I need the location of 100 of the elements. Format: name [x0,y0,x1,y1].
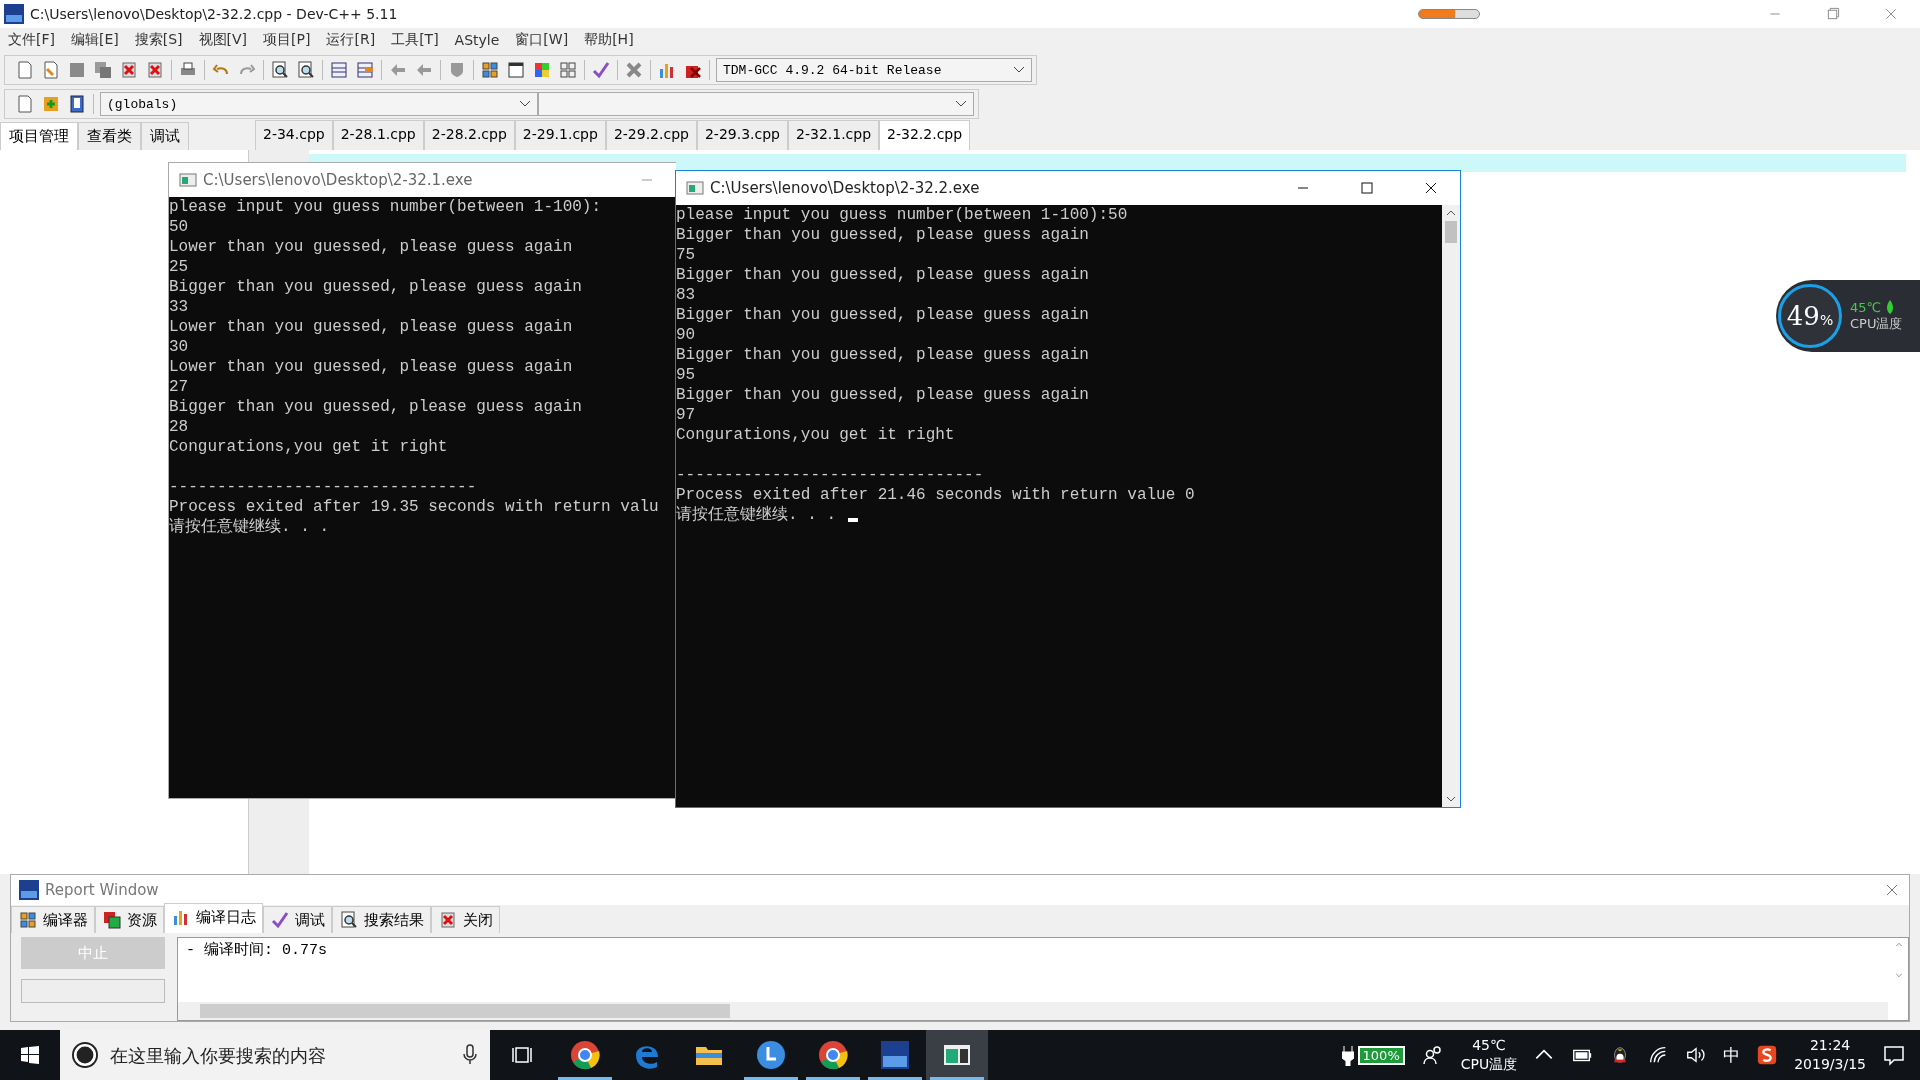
close-file-icon[interactable] [145,60,165,80]
console-line: Process exited after 21.46 seconds with return value 0 [676,485,1195,505]
check-icon[interactable] [591,60,611,80]
console-line: Bigger than you guessed, please guess again [676,305,1089,325]
file-tab[interactable]: 2-29.3.cpp [696,120,788,150]
console-line: Bigger than you guessed, please guess again [676,385,1089,405]
console-title: C:\Users\lenovo\Desktop\2-32.2.exe [710,179,981,197]
window-title: C:\Users\lenovo\Desktop\2-32.2.cpp - Dev-C++ 5.11 [30,6,398,22]
panel-tab[interactable]: 项目管理 [0,122,78,150]
console-line: 97 [676,405,696,425]
progress-pill [1418,9,1480,19]
grid-icon[interactable] [532,60,552,80]
search-input[interactable]: 在这里输入你要搜索的内容 [108,1043,452,1067]
console-line: 90 [676,325,696,345]
window-icon[interactable] [506,60,526,80]
file-tab[interactable]: 2-29.2.cpp [605,120,697,150]
compiler-dropdown[interactable]: TDM-GCC 4.9.2 64-bit Release [716,58,1032,82]
menu-item[interactable]: 文件[F] [8,31,55,49]
report-tab[interactable]: 编译日志 [164,903,263,933]
notification-icon[interactable] [1882,1043,1906,1067]
panel-tab[interactable]: 调试 [141,122,189,150]
plug-icon [1341,1044,1354,1066]
find-icon[interactable] [296,60,316,80]
check-icon[interactable] [270,910,290,930]
volume-icon[interactable] [1685,1044,1708,1066]
console-line: Bigger than you guessed, please guess again [169,397,582,417]
clock-date[interactable]: 2019/3/15 [1794,1055,1866,1074]
grid-icon[interactable] [480,60,500,80]
bookmark-icon[interactable] [67,94,87,114]
console-line: 30 [169,337,189,357]
browser-icon [569,1039,601,1071]
close-icon[interactable] [1885,883,1899,897]
s-letter-icon[interactable] [1756,1044,1779,1066]
page-icon[interactable] [15,94,35,114]
console-line: -------------------------------- [169,477,477,497]
console-line: 28 [169,417,189,437]
menu-item[interactable]: 搜索[S] [134,31,183,49]
menu-item[interactable]: AStyle [454,32,500,48]
open-page-icon[interactable] [41,60,61,80]
find-icon[interactable] [270,60,290,80]
panel-tab[interactable]: 查看类 [78,122,141,150]
chevron-down-icon[interactable] [955,100,967,108]
layout-icon[interactable] [329,60,349,80]
grid-icon[interactable] [18,910,38,930]
chevron-down-icon[interactable] [1013,66,1025,74]
menu-item[interactable]: 工具[T] [391,31,439,49]
scrollbar[interactable] [1442,205,1460,807]
file-tab[interactable]: 2-28.2.cpp [423,120,515,150]
console-line: -------------------------------- [676,465,984,485]
menu-item[interactable]: 编辑[E] [71,31,119,49]
microphone-icon[interactable] [462,1043,478,1067]
cross-icon[interactable] [624,60,644,80]
grid-icon[interactable] [558,60,578,80]
scrollbar[interactable] [178,1002,1888,1020]
file-tab[interactable]: 2-32.2.cpp [879,120,971,150]
taskbar-app[interactable] [926,1030,988,1080]
battery-level: 100% [1357,1045,1405,1065]
app-icon [879,1039,911,1071]
console-line: 75 [676,245,696,265]
chevron-down-icon[interactable] [519,100,531,108]
file-tab[interactable]: 2-34.cpp [255,120,333,150]
scroll-thumb[interactable] [1445,221,1457,243]
windows-icon[interactable] [20,1045,40,1065]
report-tab[interactable]: 编译器 [11,906,95,933]
menu-item[interactable]: 项目[P] [263,31,311,49]
console-icon [686,180,704,196]
percent-sign: % [1819,312,1834,328]
add-icon[interactable] [41,94,61,114]
file-tab[interactable]: 2-29.1.cpp [514,120,606,150]
menu-item[interactable]: 视图[V] [198,31,248,49]
cpu-label: CPU温度 [1850,315,1903,333]
console-line: Bigger than you guessed, please guess again [676,345,1089,365]
clock-icon [755,1039,787,1071]
console-line: 请按任意键继续. . . [676,505,836,525]
scope-dropdown[interactable]: (globals) [100,92,538,116]
file-tab[interactable]: 2-28.1.cpp [332,120,424,150]
page-icon[interactable] [15,60,35,80]
close-file-icon[interactable] [438,910,458,930]
find-icon[interactable] [339,910,359,930]
leaf-icon [1885,299,1896,315]
file-tab[interactable]: 2-32.1.cpp [788,120,880,150]
menu-item[interactable]: 帮助[H] [584,31,634,49]
menu-item[interactable]: 运行[R] [326,31,376,49]
cpu-temperature: 45℃ [1850,299,1882,315]
disks-icon[interactable] [93,60,113,80]
console-line: 33 [169,297,189,317]
console-icon [179,172,197,188]
search-field[interactable]: 在这里输入你要搜索的内容 [60,1030,490,1080]
input-method[interactable]: 中 [1723,1043,1741,1067]
browser-icon [817,1039,849,1071]
stack-icon[interactable] [102,910,122,930]
layout-icon[interactable] [355,60,375,80]
console-title: C:\Users\lenovo\Desktop\2-32.1.exe [203,171,474,189]
console-line: 50 [169,217,189,237]
clock-time[interactable]: 21:24 [1809,1036,1851,1055]
console-line: 83 [676,285,696,305]
circle-icon [72,1042,98,1068]
panel-title: Report Window [45,881,159,899]
close-file-icon[interactable] [119,60,139,80]
menu-item[interactable]: 窗口[W] [515,31,569,49]
